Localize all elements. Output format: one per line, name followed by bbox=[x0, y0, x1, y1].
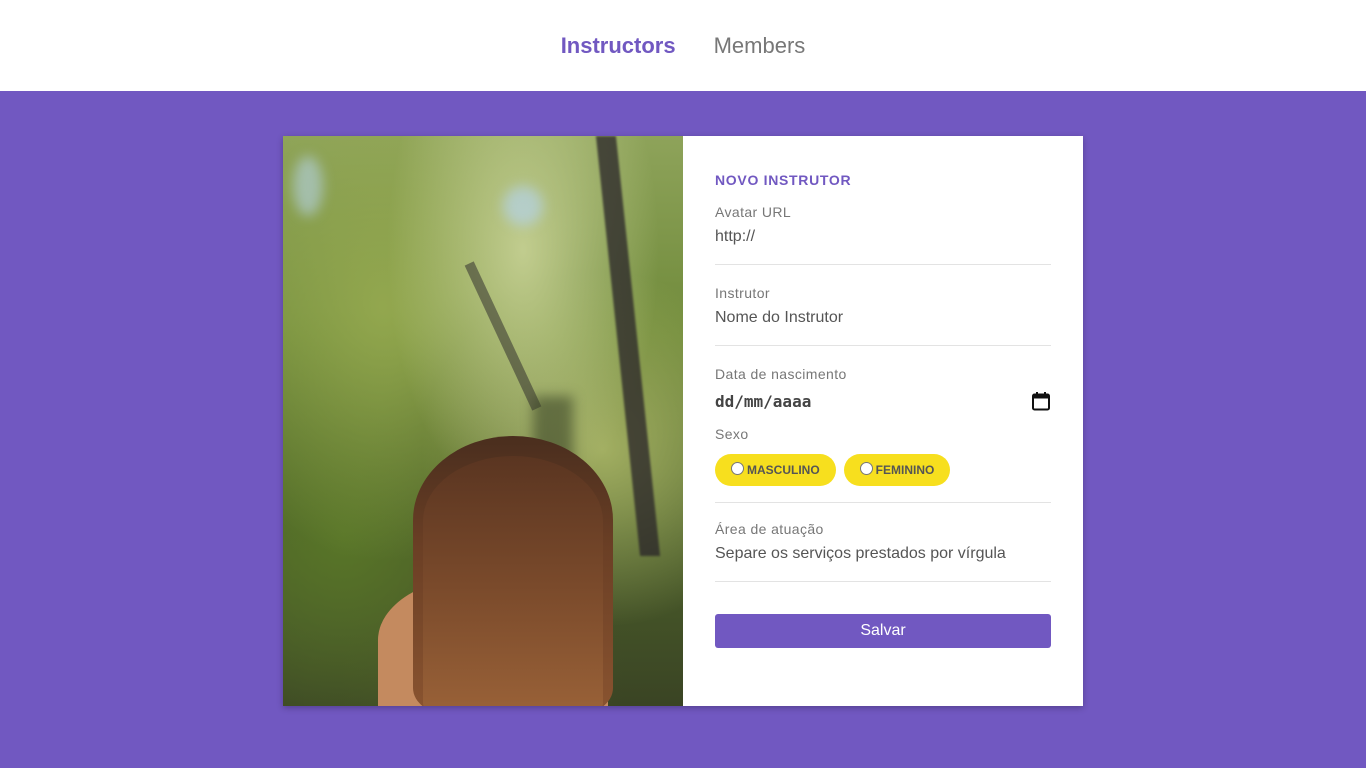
gender-option-male-label: MASCULINO bbox=[747, 463, 820, 477]
calendar-icon[interactable] bbox=[1031, 391, 1051, 411]
services-field: Área de atuação bbox=[715, 521, 1051, 582]
avatar-label: Avatar URL bbox=[715, 204, 792, 220]
gender-option-female[interactable]: FEMININO bbox=[843, 454, 951, 486]
birth-date-field: Data de nascimento dd/mm/aaaa bbox=[715, 366, 1051, 414]
gender-option-male[interactable]: MASCULINO bbox=[715, 454, 836, 486]
instructor-name-input[interactable] bbox=[715, 309, 1051, 327]
radio-male[interactable] bbox=[731, 462, 744, 475]
instructor-name-field: Instrutor bbox=[715, 285, 1051, 346]
nav-instructors-link[interactable]: Instructors bbox=[561, 33, 676, 59]
instructor-name-label: Instrutor bbox=[715, 285, 770, 301]
gender-options: MASCULINO FEMININO bbox=[715, 454, 1051, 486]
gender-option-female-label: FEMININO bbox=[875, 463, 935, 477]
save-button[interactable]: Salvar bbox=[715, 614, 1051, 648]
birth-date-placeholder: dd/mm/aaaa bbox=[715, 391, 812, 411]
avatar-url-input[interactable] bbox=[715, 228, 1051, 246]
avatar-field: Avatar URL bbox=[715, 204, 1051, 265]
instructor-form: NOVO INSTRUTOR Avatar URL Instrutor Data… bbox=[683, 136, 1083, 706]
gender-label: Sexo bbox=[715, 426, 749, 442]
services-input[interactable] bbox=[715, 545, 1051, 563]
birth-date-label: Data de nascimento bbox=[715, 366, 847, 382]
services-label: Área de atuação bbox=[715, 521, 824, 537]
top-nav: Instructors Members bbox=[0, 0, 1366, 91]
instructor-photo bbox=[283, 136, 683, 706]
form-title: NOVO INSTRUTOR bbox=[715, 172, 852, 188]
gender-field: Sexo MASCULINO FEMININO bbox=[715, 426, 1051, 503]
radio-female[interactable] bbox=[859, 462, 873, 475]
nav-members-link[interactable]: Members bbox=[714, 33, 806, 59]
birth-date-input[interactable]: dd/mm/aaaa bbox=[715, 388, 1051, 414]
instructor-card: NOVO INSTRUTOR Avatar URL Instrutor Data… bbox=[283, 136, 1083, 706]
